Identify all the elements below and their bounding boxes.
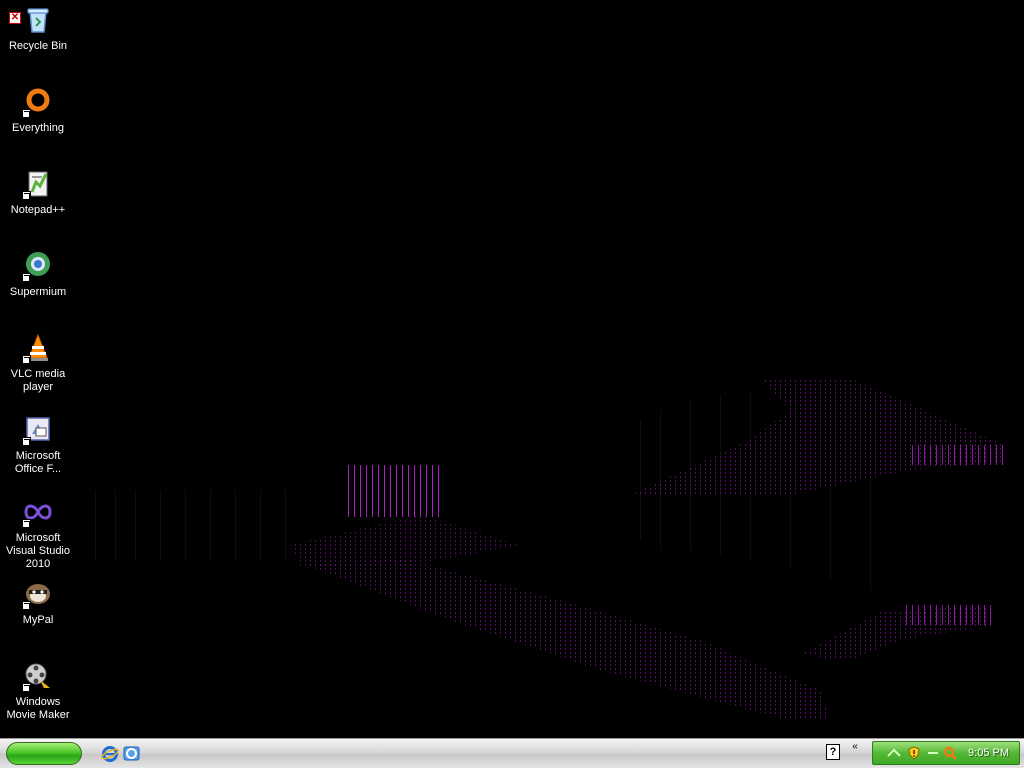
shortcut-arrow-icon — [22, 355, 31, 364]
movie-maker-icon — [22, 660, 54, 692]
wallpaper-art — [95, 378, 1005, 718]
shortcut-arrow-icon — [22, 437, 31, 446]
desktop-icon-label: Recycle Bin — [8, 40, 68, 52]
tray-expand-icon[interactable]: « — [848, 742, 862, 764]
vlc-icon — [22, 332, 54, 364]
desktop-icon-label: Microsoft Visual Studio 2010 — [5, 532, 70, 570]
mypal-icon — [22, 578, 54, 610]
everything-icon — [22, 86, 54, 118]
desktop-icon-visual-studio[interactable]: Microsoft Visual Studio 2010 — [2, 496, 74, 571]
show-desktop-icon[interactable] — [123, 745, 141, 763]
desktop-icon-label: Everything — [12, 122, 64, 134]
help-icon[interactable]: ? — [826, 744, 840, 760]
desktop-icon-label: Microsoft Office F... — [14, 450, 62, 475]
everything-tray-icon[interactable] — [943, 746, 957, 760]
visual-studio-icon — [22, 496, 54, 528]
desktop-icon-office[interactable]: Microsoft Office F... — [2, 414, 74, 476]
supermium-icon — [22, 250, 54, 282]
recycle-bin-icon — [22, 4, 54, 36]
error-badge: ✕ — [9, 12, 21, 24]
office-icon — [22, 414, 54, 446]
shortcut-arrow-icon — [22, 601, 31, 610]
desktop-icon-label: Windows Movie Maker — [6, 696, 70, 721]
shortcut-arrow-icon — [22, 519, 31, 528]
desktop-icon-recycle-bin[interactable]: ✕ Recycle Bin — [2, 4, 74, 53]
desktop-icon-movie-maker[interactable]: Windows Movie Maker — [2, 660, 74, 722]
network-icon[interactable] — [887, 746, 901, 760]
desktop-icon-notepadpp[interactable]: Notepad++ — [2, 168, 74, 217]
shortcut-arrow-icon — [22, 191, 31, 200]
volume-icon[interactable] — [927, 746, 941, 760]
desktop-icon-vlc[interactable]: VLC media player — [2, 332, 74, 394]
shortcut-arrow-icon — [22, 109, 31, 118]
desktop-icon-label: VLC media player — [10, 368, 66, 393]
security-shield-icon[interactable] — [907, 746, 921, 760]
clock[interactable]: 9:05 PM — [968, 747, 1009, 759]
desktop-icon-label: Supermium — [9, 286, 67, 298]
taskbar — [0, 738, 1024, 768]
internet-explorer-icon[interactable] — [101, 745, 119, 763]
system-tray: 9:05 PM — [872, 741, 1020, 765]
desktop-icon-label: MyPal — [22, 614, 54, 626]
desktop-icon-everything[interactable]: Everything — [2, 86, 74, 135]
shortcut-arrow-icon — [22, 683, 31, 692]
desktop-icon-label: Notepad++ — [10, 204, 66, 216]
desktop[interactable]: ✕ Recycle Bin Everything Notepad++ Super… — [0, 0, 1024, 738]
desktop-icon-supermium[interactable]: Supermium — [2, 250, 74, 299]
start-button[interactable] — [6, 742, 82, 765]
shortcut-arrow-icon — [22, 273, 31, 282]
desktop-icon-mypal[interactable]: MyPal — [2, 578, 74, 627]
notepadpp-icon — [22, 168, 54, 200]
